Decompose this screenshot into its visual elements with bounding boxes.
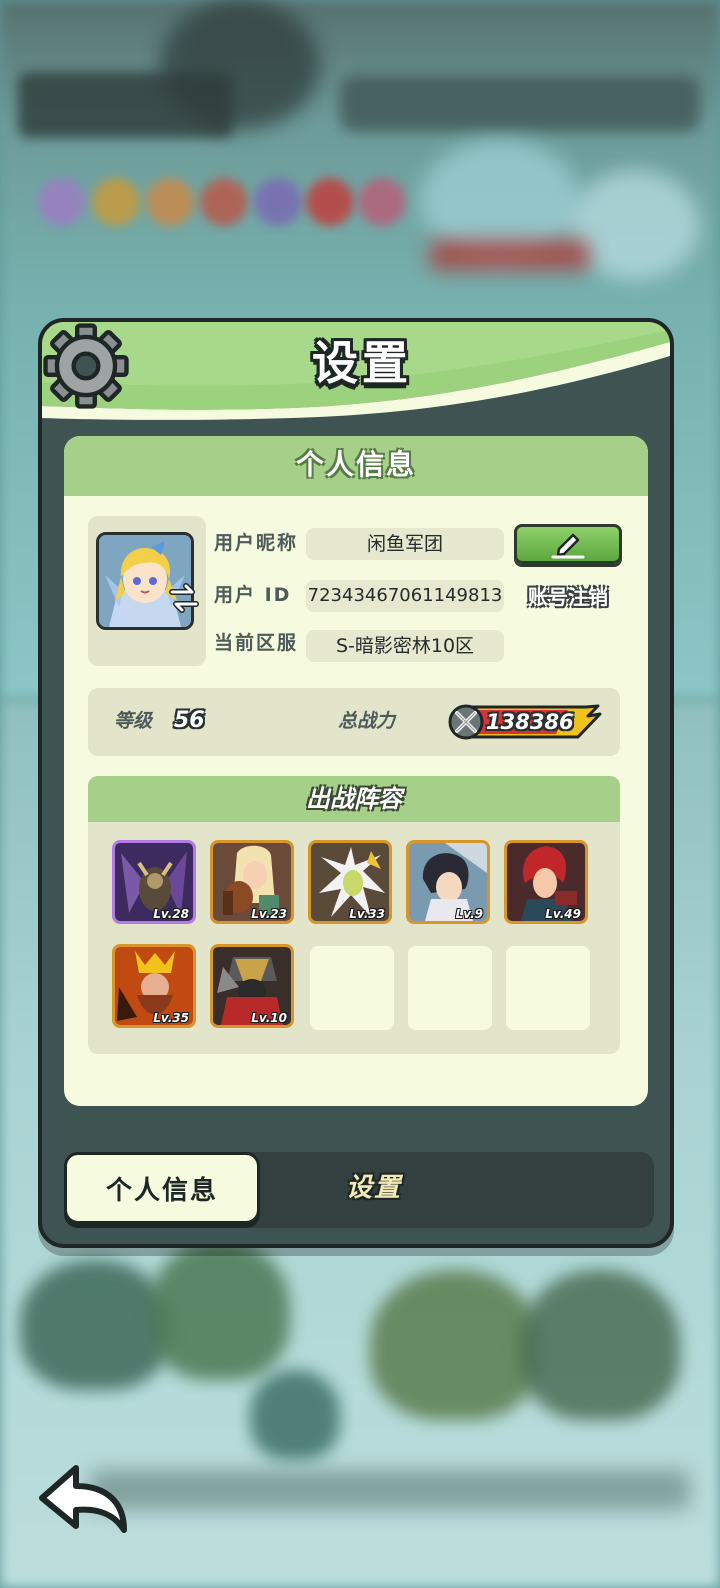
- lineup-title: 出战阵容: [88, 776, 620, 822]
- level-value: 56: [174, 708, 205, 733]
- blurred-currency-bar: [340, 76, 700, 132]
- tab-bar: 个人信息 设置: [64, 1152, 654, 1228]
- server-label: 当前区服: [214, 632, 299, 654]
- back-arrow-icon[interactable]: [36, 1462, 132, 1536]
- blurred-icon: [200, 178, 248, 226]
- stats-row: 等级 56 总战力 138386: [88, 688, 620, 756]
- nickname-value: 闲鱼军团: [306, 528, 504, 560]
- level-label: 等级: [114, 710, 153, 732]
- hero-slot[interactable]: Lv.23: [210, 840, 294, 924]
- settings-dialog: 设置 个人信息 用户昵称 闲鱼军团 用户 ID 7234346706114981…: [38, 318, 674, 1248]
- blurred-icon: [306, 178, 354, 226]
- tab-settings[interactable]: 设置: [274, 1152, 474, 1224]
- empty-hero-slot[interactable]: [310, 946, 394, 1030]
- power-label: 总战力: [338, 710, 396, 732]
- hero-slot[interactable]: Lv.28: [112, 840, 196, 924]
- hero-slot[interactable]: Lv.10: [210, 944, 294, 1028]
- power-badge: 138386: [448, 704, 604, 740]
- tab-profile[interactable]: 个人信息: [64, 1152, 260, 1224]
- account-cancel-link[interactable]: 账号注销: [516, 582, 620, 612]
- blurred-icon: [358, 178, 406, 226]
- blurred-icon: [254, 178, 302, 226]
- pencil-icon: [551, 533, 585, 559]
- gear-icon: [43, 323, 129, 409]
- hero-level: Lv.23: [251, 907, 287, 921]
- user-id-label: 用户 ID: [214, 584, 292, 606]
- user-id-value: 72343467061149813: [306, 580, 504, 612]
- nickname-label: 用户昵称: [214, 532, 299, 554]
- avatar[interactable]: [96, 532, 194, 630]
- dialog-header: 设置: [42, 322, 670, 420]
- hero-level: Lv.10: [251, 1011, 287, 1025]
- battle-lineup: 出战阵容 Lv.28 Lv.23 Lv.33 Lv.9 Lv.49 Lv.35 …: [88, 776, 620, 1054]
- hero-slot[interactable]: Lv.35: [112, 944, 196, 1028]
- hero-level: Lv.9: [455, 907, 483, 921]
- dialog-title: 设置: [312, 336, 412, 390]
- empty-hero-slot[interactable]: [506, 946, 590, 1030]
- edit-nickname-button[interactable]: [514, 524, 622, 564]
- hero-level: Lv.35: [153, 1011, 189, 1025]
- power-value: 138386: [486, 710, 574, 734]
- profile-section-title: 个人信息: [64, 436, 648, 496]
- hero-slot[interactable]: Lv.9: [406, 840, 490, 924]
- crossed-swords-icon: [448, 704, 484, 740]
- server-value: S-暗影密林10区: [306, 630, 504, 662]
- profile-card: 个人信息 用户昵称 闲鱼军团 用户 ID 72343467061149813 账…: [64, 436, 648, 1106]
- blurred-icon: [146, 178, 194, 226]
- empty-hero-slot[interactable]: [408, 946, 492, 1030]
- blurred-icon: [92, 178, 140, 226]
- avatar-container: [88, 516, 206, 666]
- swap-arrows-icon[interactable]: [168, 582, 200, 614]
- hero-level: Lv.49: [545, 907, 581, 921]
- hero-level: Lv.28: [153, 907, 189, 921]
- blurred-icon: [38, 178, 86, 226]
- hero-slot[interactable]: Lv.33: [308, 840, 392, 924]
- hero-slot[interactable]: Lv.49: [504, 840, 588, 924]
- hero-level: Lv.33: [349, 907, 385, 921]
